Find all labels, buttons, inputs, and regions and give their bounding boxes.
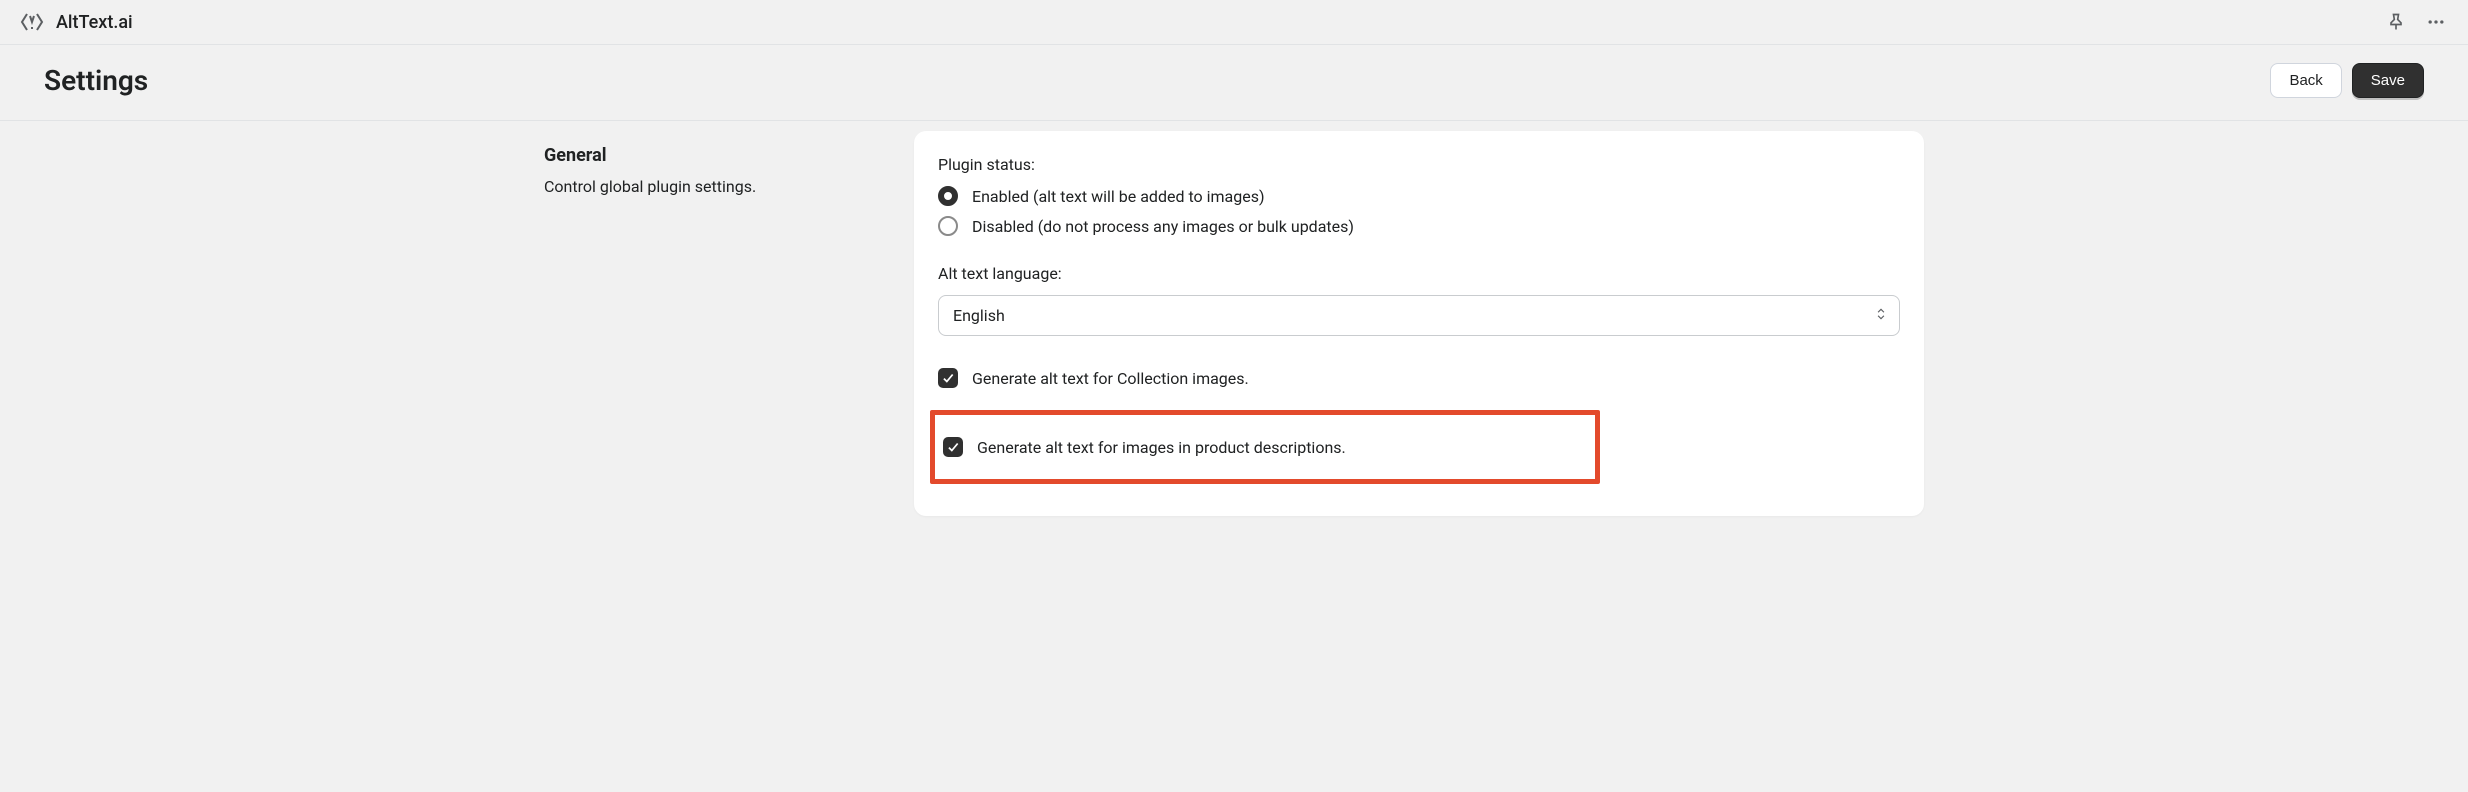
radio-enabled[interactable] — [938, 186, 958, 206]
page-title: Settings — [44, 64, 148, 97]
alt-lang-select-wrap: English — [938, 295, 1900, 336]
alt-lang-label: Alt text language: — [938, 264, 1900, 283]
app-name: AltText.ai — [56, 12, 133, 33]
page-header: Settings Back Save — [0, 45, 2468, 121]
app-logo-icon — [20, 10, 44, 34]
section-title: General — [544, 145, 894, 166]
checkbox-product-desc-label: Generate alt text for images in product … — [977, 438, 1346, 457]
radio-item-disabled[interactable]: Disabled (do not process any images or b… — [938, 216, 1900, 236]
settings-card: Plugin status: Enabled (alt text will be… — [914, 131, 1924, 516]
radio-enabled-label: Enabled (alt text will be added to image… — [972, 187, 1265, 206]
checkbox-product-desc[interactable] — [943, 437, 963, 457]
alt-lang-section: Alt text language: English — [938, 264, 1900, 336]
plugin-status-label: Plugin status: — [938, 155, 1900, 174]
settings-sidebar: General Control global plugin settings. — [544, 131, 914, 516]
save-button[interactable]: Save — [2352, 63, 2424, 98]
section-description: Control global plugin settings. — [544, 176, 894, 198]
pin-icon[interactable] — [2384, 10, 2408, 34]
radio-disabled-label: Disabled (do not process any images or b… — [972, 217, 1354, 236]
checkbox-item-product-desc[interactable]: Generate alt text for images in product … — [943, 437, 1587, 457]
checkbox-collection-label: Generate alt text for Collection images. — [972, 369, 1249, 388]
content: General Control global plugin settings. … — [524, 121, 1944, 526]
more-icon[interactable] — [2424, 10, 2448, 34]
checkbox-item-collection[interactable]: Generate alt text for Collection images. — [938, 364, 1900, 392]
header-buttons: Back Save — [2270, 63, 2424, 98]
checkbox-collection[interactable] — [938, 368, 958, 388]
topbar: AltText.ai — [0, 0, 2468, 45]
highlight-box: Generate alt text for images in product … — [930, 410, 1600, 484]
topbar-left: AltText.ai — [20, 10, 133, 34]
radio-item-enabled[interactable]: Enabled (alt text will be added to image… — [938, 186, 1900, 206]
back-button[interactable]: Back — [2270, 63, 2341, 98]
alt-lang-select[interactable]: English — [938, 295, 1900, 336]
topbar-right — [2384, 10, 2448, 34]
radio-disabled[interactable] — [938, 216, 958, 236]
plugin-status-radio-group: Enabled (alt text will be added to image… — [938, 186, 1900, 236]
